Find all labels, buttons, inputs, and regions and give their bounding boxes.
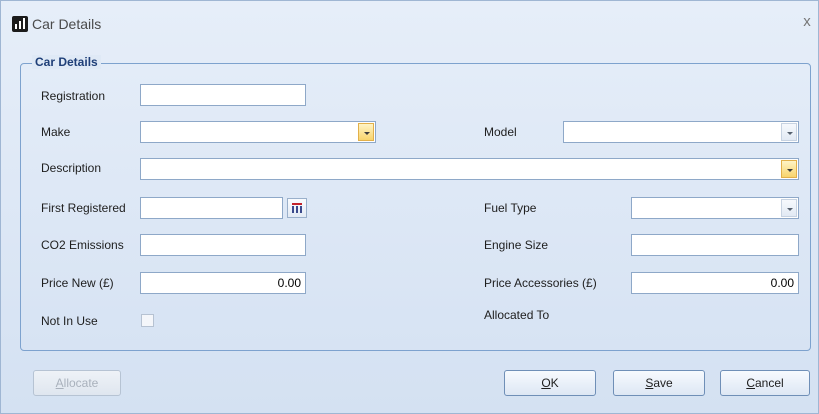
description-label: Description bbox=[41, 161, 102, 175]
registration-input[interactable] bbox=[140, 84, 306, 106]
fuel-type-label: Fuel Type bbox=[484, 201, 537, 215]
price-new-input[interactable] bbox=[140, 272, 306, 294]
engine-size-input[interactable] bbox=[631, 234, 799, 256]
allocate-button[interactable]: Allocate bbox=[33, 370, 121, 396]
title-bar: Car Details x bbox=[1, 1, 818, 41]
price-accessories-label: Price Accessories (£) bbox=[484, 276, 597, 290]
not-in-use-checkbox[interactable] bbox=[141, 314, 154, 327]
cancel-button[interactable]: Cancel bbox=[720, 370, 810, 396]
car-details-dialog: Car Details x Car Details Registration M… bbox=[0, 0, 819, 414]
make-dropdown[interactable] bbox=[140, 121, 376, 143]
bar-chart-icon bbox=[12, 16, 28, 32]
description-dropdown[interactable] bbox=[140, 158, 799, 180]
make-label: Make bbox=[41, 125, 71, 139]
close-icon[interactable]: x bbox=[799, 14, 815, 30]
window-title: Car Details bbox=[32, 16, 102, 32]
first-registered-input[interactable] bbox=[140, 197, 283, 219]
save-button[interactable]: Save bbox=[613, 370, 705, 396]
group-title: Car Details bbox=[32, 55, 101, 69]
price-accessories-input[interactable] bbox=[631, 272, 799, 294]
chevron-down-icon[interactable] bbox=[781, 123, 797, 141]
co2-emissions-input[interactable] bbox=[140, 234, 306, 256]
co2-emissions-label: CO2 Emissions bbox=[41, 238, 124, 252]
model-label: Model bbox=[484, 125, 517, 139]
calendar-icon[interactable] bbox=[287, 198, 307, 218]
registration-label: Registration bbox=[41, 89, 106, 103]
allocated-to-label: Allocated To bbox=[484, 308, 550, 322]
ok-button[interactable]: OK bbox=[504, 370, 596, 396]
chevron-down-icon[interactable] bbox=[781, 199, 797, 217]
fuel-type-dropdown[interactable] bbox=[631, 197, 799, 219]
engine-size-label: Engine Size bbox=[484, 238, 549, 252]
first-registered-label: First Registered bbox=[41, 201, 126, 215]
not-in-use-label: Not In Use bbox=[41, 314, 98, 328]
price-new-label: Price New (£) bbox=[41, 276, 114, 290]
chevron-down-icon[interactable] bbox=[781, 160, 797, 178]
chevron-down-icon[interactable] bbox=[358, 123, 374, 141]
model-dropdown[interactable] bbox=[563, 121, 799, 143]
